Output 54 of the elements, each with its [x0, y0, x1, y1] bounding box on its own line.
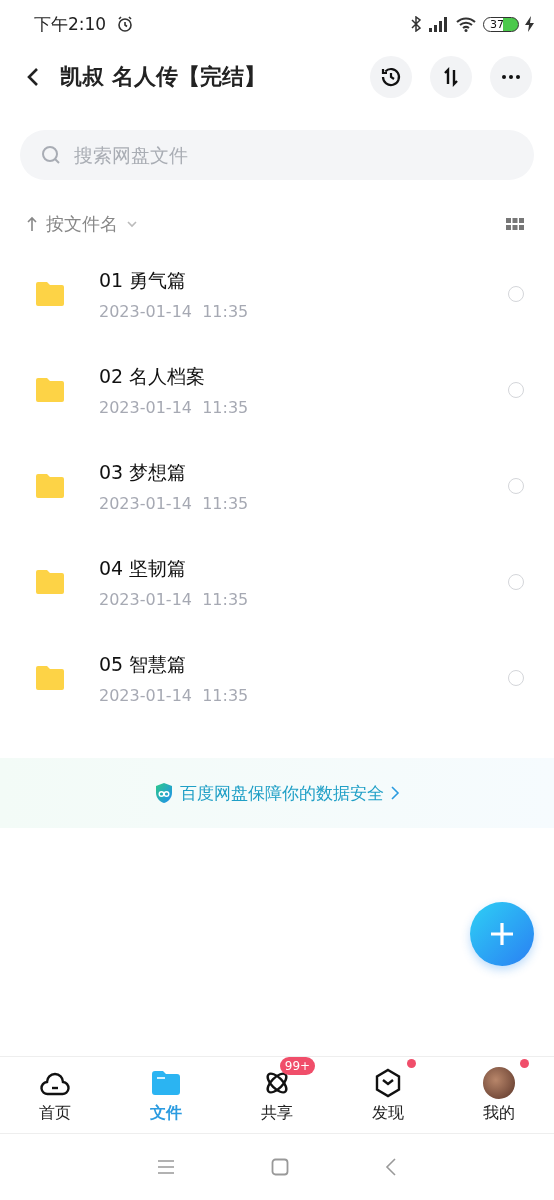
- more-icon: [502, 75, 520, 79]
- file-date: 2023-01-14 11:35: [99, 493, 250, 513]
- count-badge: 99+: [279, 1056, 316, 1075]
- history-icon: [379, 65, 403, 89]
- nav-tab[interactable]: 首页: [0, 1057, 111, 1133]
- tab-label: 我的: [482, 1102, 515, 1124]
- tab-label: 发现: [371, 1102, 404, 1124]
- tab-label: 文件: [150, 1102, 183, 1124]
- folder-icon: [34, 472, 66, 500]
- file-date: 2023-01-14 11:35: [99, 589, 250, 609]
- file-name[interactable]: 01 勇气篇: [99, 267, 508, 294]
- file-name[interactable]: 03 梦想篇: [99, 459, 508, 486]
- folder-title: 凯叔 名人传【完结】: [60, 63, 266, 91]
- folder-icon: [34, 568, 66, 596]
- folder-icon: [34, 280, 66, 308]
- file-date: 2023-01-14 11:35: [99, 301, 250, 321]
- charging-bolt-icon: [525, 16, 534, 32]
- grid-view-icon[interactable]: [506, 218, 524, 230]
- chevron-right-icon: [390, 785, 400, 801]
- bluetooth-icon: [411, 16, 421, 32]
- avatar: [482, 1066, 515, 1099]
- tab-label: 首页: [39, 1102, 72, 1124]
- nav-tab[interactable]: 我的: [443, 1057, 554, 1133]
- file-name[interactable]: 05 智慧篇: [99, 651, 508, 678]
- caret-icon: [126, 219, 138, 229]
- history-button[interactable]: [370, 56, 412, 98]
- home-icon[interactable]: [271, 1158, 289, 1176]
- file-name[interactable]: 02 名人档案: [99, 363, 508, 390]
- alarm-clock-icon: [116, 15, 135, 33]
- folder-icon: [34, 664, 66, 692]
- shield-icon: [154, 782, 174, 804]
- file-date: 2023-01-14 11:35: [99, 397, 250, 417]
- file-date: 2023-01-14 11:35: [99, 685, 250, 705]
- hexagon-icon: [373, 1067, 402, 1098]
- tab-label: 共享: [261, 1102, 293, 1124]
- nav-tab[interactable]: 99+ 共享: [221, 1057, 333, 1133]
- menu-icon[interactable]: [157, 1160, 175, 1174]
- battery-indicator: 37: [483, 16, 519, 32]
- add-button[interactable]: [470, 902, 534, 966]
- plus-icon: [489, 921, 515, 947]
- folder-icon: [151, 1069, 182, 1096]
- file-name[interactable]: 04 坚韧篇: [99, 555, 508, 582]
- up-arrow-icon: [26, 216, 38, 232]
- wifi-icon: [455, 16, 477, 32]
- transfer-button[interactable]: [430, 56, 472, 98]
- nav-tab[interactable]: 发现: [332, 1057, 444, 1133]
- search-field[interactable]: 搜索网盘文件: [20, 130, 534, 180]
- signal-icon: [427, 16, 449, 32]
- sort-dropdown[interactable]: 按文件名: [26, 212, 138, 236]
- folder-icon: [34, 376, 66, 404]
- status-time: 下午2:10: [34, 12, 107, 36]
- more-button[interactable]: [490, 56, 532, 98]
- back-icon[interactable]: [26, 66, 40, 88]
- search-icon: [40, 144, 62, 166]
